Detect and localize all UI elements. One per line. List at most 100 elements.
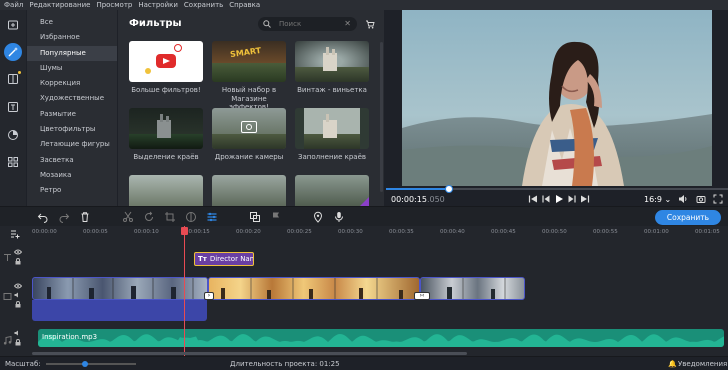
title-clip[interactable]: Tт Director Nam (194, 252, 254, 266)
crop-icon[interactable] (164, 211, 176, 223)
video-clip[interactable] (208, 277, 420, 300)
add-track-icon[interactable] (10, 229, 20, 239)
lock-icon[interactable] (14, 258, 22, 265)
category-item[interactable]: Засветка (27, 153, 117, 168)
filter-tile[interactable]: SMART Новый набор в Магазине эффектов! (212, 41, 286, 112)
mute-speaker-icon[interactable] (14, 330, 22, 336)
search-box[interactable]: ✕ (258, 17, 357, 31)
filter-thumbnail (212, 175, 286, 206)
microphone-icon[interactable] (333, 211, 345, 223)
zoom-slider-handle[interactable] (82, 361, 88, 367)
undo-icon[interactable] (37, 211, 49, 223)
filter-tile-label: Больше фильтров! (131, 86, 201, 94)
filter-tile[interactable] (212, 175, 286, 206)
filters-scrollbar[interactable] (380, 42, 383, 192)
delete-icon[interactable] (79, 211, 91, 223)
lock-icon[interactable] (14, 339, 22, 346)
video-preview (402, 10, 712, 186)
menu-help[interactable]: Справка (226, 0, 263, 10)
playhead[interactable] (181, 226, 188, 356)
volume-icon[interactable] (678, 194, 688, 204)
menu-save[interactable]: Сохранить (181, 0, 226, 10)
video-clip[interactable] (32, 277, 208, 300)
skip-back-icon[interactable] (528, 194, 538, 204)
category-item[interactable]: Ретро (27, 183, 117, 198)
filter-tile[interactable]: Выделение краёв (129, 108, 203, 162)
transition-marker[interactable]: ›‹ (414, 292, 430, 300)
category-item[interactable]: Художественные (27, 91, 117, 106)
detached-audio-clip[interactable] (32, 300, 207, 321)
menu-file[interactable]: Файл (0, 0, 26, 10)
clip-properties-icon[interactable] (206, 211, 218, 223)
import-button[interactable] (4, 16, 22, 34)
playback-time: 00:00:15.050 (391, 195, 445, 204)
cut-icon[interactable] (122, 211, 134, 223)
mute-speaker-icon[interactable] (14, 292, 22, 298)
filters-tool-button[interactable] (4, 43, 22, 61)
location-pin-icon[interactable] (312, 211, 324, 223)
lock-icon[interactable] (14, 301, 22, 308)
transition-marker[interactable]: › (204, 292, 214, 300)
filter-tile[interactable]: Винтаж - виньетка (295, 41, 369, 95)
overlay-icon[interactable] (249, 211, 261, 223)
category-item-selected[interactable]: Популярные (27, 45, 117, 61)
notifications-link[interactable]: Уведомления (678, 360, 727, 368)
category-item[interactable]: Летающие фигуры (27, 137, 117, 152)
category-item[interactable]: Шумы (27, 61, 117, 76)
visibility-eye-icon[interactable] (14, 249, 22, 255)
search-input[interactable] (279, 20, 339, 28)
skip-forward-icon[interactable] (580, 194, 590, 204)
visibility-eye-icon[interactable] (14, 283, 22, 289)
notifications-bell-icon[interactable]: 🔔 (668, 360, 677, 368)
time-main: 00:00:15 (391, 195, 427, 204)
smart-badge: SMART (229, 45, 262, 60)
progress-handle[interactable] (445, 185, 453, 193)
store-basket-icon[interactable] (365, 19, 375, 29)
time-ruler[interactable]: 00:00:00 00:00:05 00:00:10 00:00:15 00:00:20… (30, 226, 728, 240)
text-track-icon (4, 254, 11, 261)
step-back-icon[interactable] (541, 194, 551, 204)
redo-icon[interactable] (58, 211, 70, 223)
menu-view[interactable]: Просмотр (93, 0, 135, 10)
category-item[interactable]: Мозаика (27, 168, 117, 183)
preview-frame-image (402, 10, 712, 186)
timeline-scrollbar[interactable] (32, 352, 467, 355)
filter-tile[interactable] (129, 175, 203, 206)
zoom-slider[interactable] (46, 361, 136, 367)
filter-tile[interactable]: Заполнение краёв (295, 108, 369, 162)
category-item[interactable]: Избранное (27, 30, 117, 45)
menu-settings[interactable]: Настройки (135, 0, 181, 10)
step-forward-icon[interactable] (567, 194, 577, 204)
category-item[interactable]: Коррекция (27, 76, 117, 91)
more-filters-thumbnail (129, 41, 203, 82)
marker-flag-icon[interactable] (270, 211, 282, 223)
color-adjust-icon[interactable] (185, 211, 197, 223)
fullscreen-icon[interactable] (713, 194, 723, 204)
ruler-tick-label: 00:00:30 (338, 229, 363, 235)
menu-edit[interactable]: Редактирование (26, 0, 93, 10)
filter-tile[interactable] (295, 175, 369, 206)
snapshot-camera-icon[interactable] (696, 194, 706, 204)
category-item[interactable]: Размытие (27, 107, 117, 122)
more-tools-button[interactable] (4, 153, 22, 171)
import-icon (8, 20, 18, 30)
rotate-icon[interactable] (143, 211, 155, 223)
filter-tile[interactable]: Дрожание камеры (212, 108, 286, 162)
stickers-tool-button[interactable] (4, 126, 22, 144)
playback-progress[interactable] (386, 185, 728, 193)
audio-waveform (38, 334, 724, 347)
save-button[interactable]: Сохранить (655, 210, 721, 225)
play-icon[interactable] (554, 194, 564, 204)
playhead-handle[interactable] (181, 227, 188, 235)
ruler-tick-label: 00:00:00 (32, 229, 57, 235)
titles-tool-button[interactable] (4, 98, 22, 116)
music-clip[interactable]: Inspiration.mp3 (38, 329, 724, 347)
progress-fill (386, 188, 449, 190)
category-item[interactable]: Цветофильтры (27, 122, 117, 137)
transitions-tool-button[interactable] (4, 70, 22, 88)
video-clip[interactable] (420, 277, 525, 300)
category-item[interactable]: Все (27, 15, 117, 30)
clear-search-icon[interactable]: ✕ (344, 19, 351, 28)
aspect-ratio-select[interactable]: 16:9 ⌄ (644, 195, 671, 204)
filter-tile[interactable]: Больше фильтров! (129, 41, 203, 95)
